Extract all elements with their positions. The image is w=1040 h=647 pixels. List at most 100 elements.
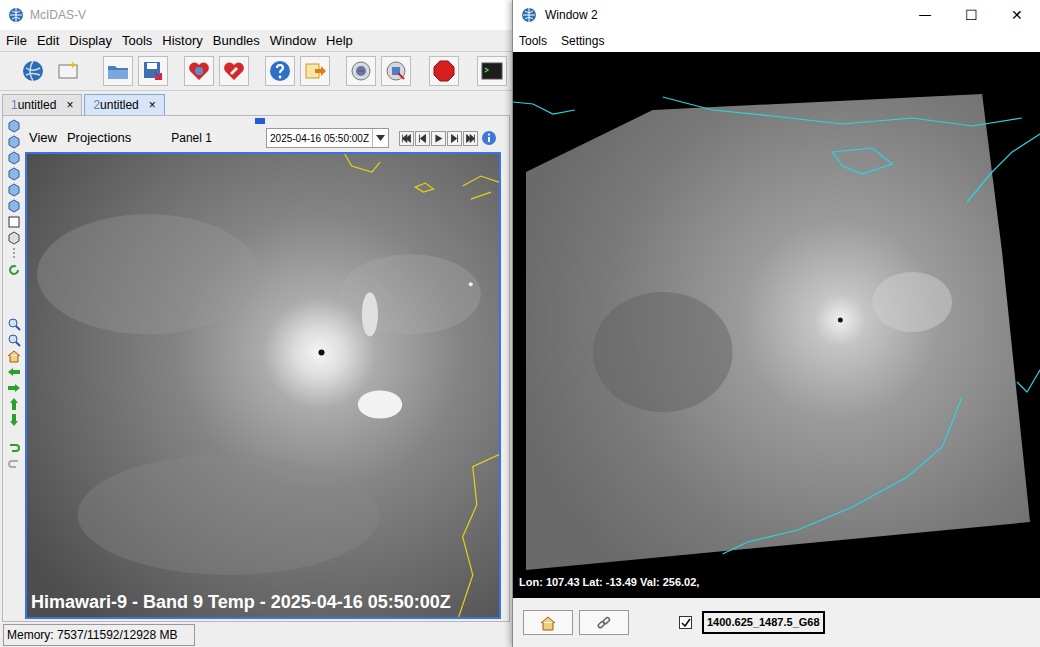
toolbar-button[interactable] [18, 56, 48, 86]
menu-item[interactable]: Window [270, 31, 316, 51]
toolbar-button[interactable] [429, 56, 459, 86]
arrow-up-icon[interactable] [7, 397, 21, 411]
panel-menu-item[interactable]: Projections [67, 128, 131, 148]
view-square-icon[interactable] [7, 215, 21, 229]
panel-header: View Projections Panel 1 2025-04-16 05:5… [25, 116, 501, 152]
first-frame-icon[interactable] [399, 131, 414, 146]
data-source-icon [349, 59, 373, 83]
favorite-icon [187, 59, 211, 83]
zoom-in-icon[interactable] [7, 317, 21, 331]
toolbar-button[interactable] [103, 56, 133, 86]
arrow-right-icon[interactable] [7, 381, 21, 395]
menu-item[interactable]: File [6, 31, 27, 51]
field-selector-icon [384, 59, 408, 83]
menu-item[interactable]: Edit [37, 31, 59, 51]
time-dropdown[interactable]: 2025-04-16 05:50:00Z [266, 128, 389, 148]
window-title: McIDAS-V [30, 6, 86, 24]
redo-icon[interactable] [7, 457, 21, 471]
mcidas-icon [521, 7, 537, 23]
last-frame-icon[interactable] [463, 131, 478, 146]
help-icon [268, 59, 292, 83]
tab-number: 2 [93, 98, 100, 112]
previous-frame-icon[interactable] [415, 131, 430, 146]
tab-label: untitled [18, 98, 57, 112]
menu-item[interactable]: Settings [561, 32, 604, 50]
tab-close[interactable]: × [149, 96, 156, 114]
arrow-left-icon[interactable] [7, 365, 21, 379]
satellite-image [513, 52, 1040, 598]
home-button[interactable] [523, 610, 573, 635]
view-cube-icon[interactable] [7, 183, 21, 197]
new-display-icon [56, 59, 80, 83]
globe-icon [21, 59, 45, 83]
info-icon[interactable] [481, 130, 497, 146]
view-dots-icon[interactable] [7, 247, 21, 261]
title-bar: McIDAS-V [0, 0, 512, 30]
view-cube-icon[interactable] [7, 135, 21, 149]
toolbar-button[interactable] [300, 56, 330, 86]
link-icon [596, 615, 612, 631]
layer-checkbox[interactable] [679, 616, 692, 629]
panel-title: Panel 1 [171, 129, 212, 147]
check-icon [681, 618, 691, 628]
arrow-down-icon[interactable] [7, 413, 21, 427]
view-cube-icon[interactable] [7, 231, 21, 245]
menu-item[interactable]: History [162, 31, 202, 51]
view-cube-icon[interactable] [7, 119, 21, 133]
play-icon[interactable] [431, 131, 446, 146]
menu-item[interactable]: Display [69, 31, 112, 51]
toolbar-button[interactable] [219, 56, 249, 86]
toolbar-button[interactable] [53, 56, 83, 86]
memory-status: Memory: 7537/11592/12928 MB [3, 624, 195, 646]
tab-number: 1 [11, 98, 18, 112]
maximize-button[interactable]: ☐ [948, 0, 994, 30]
dropdown-arrow-icon [376, 135, 385, 141]
stop-icon [432, 59, 456, 83]
console-icon [480, 59, 504, 83]
link-button[interactable] [579, 610, 629, 635]
menu-bar: Tools Settings [513, 30, 1040, 52]
map-display[interactable]: Lon: 107.43 Lat: -13.49 Val: 256.02, [513, 52, 1040, 598]
open-folder-icon [106, 59, 130, 83]
animation-controls [399, 130, 497, 146]
menu-item[interactable]: Help [326, 31, 353, 51]
toolbar-button[interactable] [138, 56, 168, 86]
display-tab[interactable]: 2untitled × [84, 94, 164, 115]
toolbar-button[interactable] [346, 56, 376, 86]
probe-readout: Lon: 107.43 Lat: -13.49 Val: 256.02, [519, 574, 699, 591]
minimize-button[interactable]: — [902, 0, 948, 30]
display-caption: Himawari-9 - Band 9 Temp - 2025-04-16 05… [31, 593, 451, 611]
satellite-image [27, 154, 499, 617]
menu-item[interactable]: Bundles [213, 31, 260, 51]
view-cube-icon[interactable] [7, 199, 21, 213]
next-frame-icon[interactable] [447, 131, 462, 146]
forward-icon [303, 59, 327, 83]
toolbar-button[interactable] [184, 56, 214, 86]
view-cube-icon[interactable] [7, 151, 21, 165]
view-toolbar [3, 116, 25, 621]
save-icon [141, 59, 165, 83]
zoom-out-icon[interactable] [7, 333, 21, 347]
toolbar-button[interactable] [477, 56, 507, 86]
title-bar: Window 2 — ☐ ✕ [513, 0, 1040, 30]
undo-icon[interactable] [7, 441, 21, 455]
toolbar [0, 51, 512, 91]
layer-label: 1400.625_1487.5_G68 [702, 611, 825, 634]
panel-menu-item[interactable]: View [29, 128, 57, 148]
tab-label: untitled [100, 98, 139, 112]
view-cube-icon[interactable] [7, 167, 21, 181]
menu-item[interactable]: Tools [519, 32, 547, 50]
close-button[interactable]: ✕ [994, 0, 1040, 30]
display-tab[interactable]: 1untitled × [2, 94, 82, 115]
map-display[interactable]: Himawari-9 - Band 9 Temp - 2025-04-16 05… [25, 152, 501, 619]
tab-close[interactable]: × [66, 96, 73, 114]
time-value: 2025-04-16 05:50:00Z [267, 131, 372, 146]
menu-item[interactable]: Tools [122, 31, 152, 51]
time-marker[interactable] [255, 118, 265, 124]
refresh-icon[interactable] [7, 263, 21, 277]
toolbar-button[interactable] [381, 56, 411, 86]
toolbar-button[interactable] [265, 56, 295, 86]
mcidas-icon [8, 7, 24, 23]
home-icon[interactable] [7, 349, 21, 363]
display-area: View Projections Panel 1 2025-04-16 05:5… [2, 115, 510, 622]
